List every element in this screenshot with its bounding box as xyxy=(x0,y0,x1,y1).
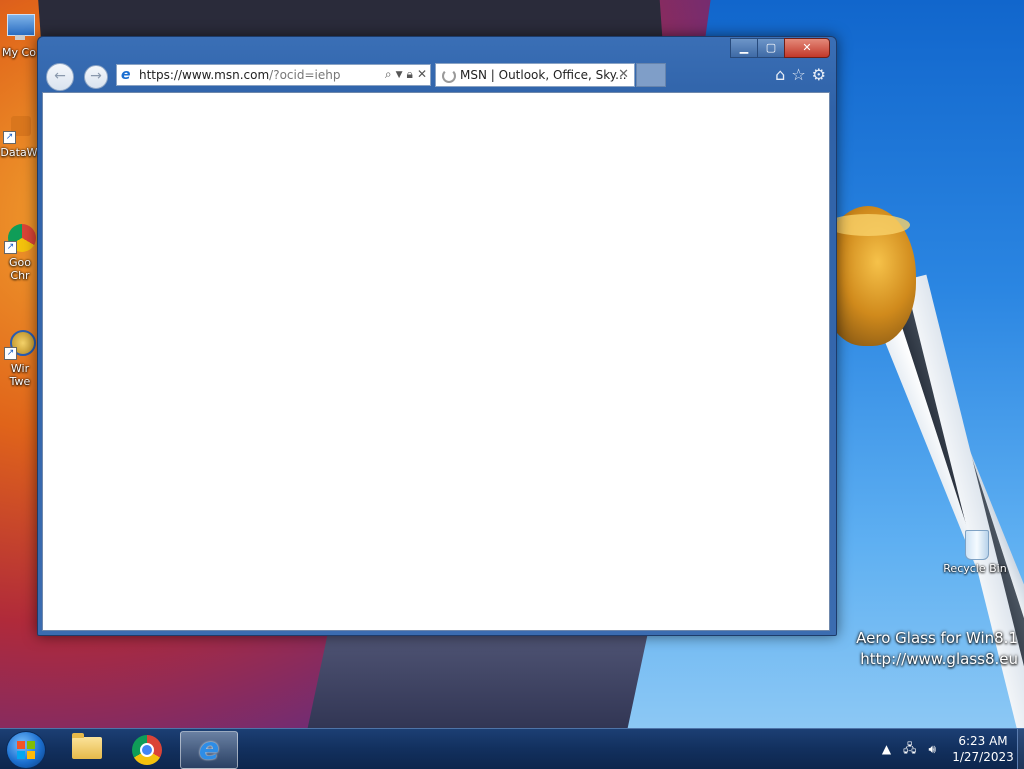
new-tab-button[interactable] xyxy=(636,63,666,87)
desktop-icon-label: Goo Chr xyxy=(9,256,31,282)
show-desktop-button[interactable] xyxy=(1017,729,1024,769)
address-bar[interactable]: e https://www.msn.com/?ocid=iehp ⌕ ▼ 🔒︎ … xyxy=(116,64,431,86)
windows-logo-icon xyxy=(17,741,35,759)
back-arrow-icon: ← xyxy=(54,68,66,84)
tab-title: MSN | Outlook, Office, Sky... xyxy=(460,68,627,82)
back-button[interactable]: ← xyxy=(46,63,74,91)
internet-explorer-icon: e xyxy=(198,732,220,767)
shortcut-arrow-icon: ↗ xyxy=(3,131,16,144)
internet-explorer-window[interactable]: ▁ ▢ ✕ ← → e https://www.msn.com/?ocid=ie… xyxy=(37,36,837,636)
navigation-bar: ← → e https://www.msn.com/?ocid=iehp ⌕ ▼… xyxy=(42,59,832,91)
search-icon[interactable]: ⌕ xyxy=(385,67,392,83)
taskbar-internet-explorer[interactable]: e xyxy=(180,731,238,769)
settings-gear-icon[interactable]: ⚙ xyxy=(812,65,826,84)
tweaker-icon: ↗ xyxy=(4,328,36,360)
address-tools: ⌕ ▼ 🔒︎ ✕ xyxy=(385,67,427,83)
computer-icon xyxy=(3,12,35,44)
taskbar-chrome[interactable] xyxy=(118,731,174,767)
favorites-star-icon[interactable]: ☆ xyxy=(791,65,805,84)
clock-date: 1/27/2023 xyxy=(952,750,1014,764)
taskbar: e ▲ 🖧︎ 🔊︎ 6:23 AM 1/27/2023 xyxy=(0,728,1024,769)
lock-icon[interactable]: 🔒︎ xyxy=(407,67,413,83)
taskbar-file-explorer[interactable] xyxy=(58,731,114,767)
dropdown-arrow-icon[interactable]: ▼ xyxy=(396,67,403,83)
app-shortcut-icon: ↗ xyxy=(3,112,35,144)
page-viewport[interactable] xyxy=(42,92,830,631)
volume-icon[interactable]: 🔊︎ xyxy=(928,742,936,757)
url-suffix: /?ocid=iehp xyxy=(269,68,341,82)
loading-spinner-icon xyxy=(442,69,456,83)
recycle-bin-icon xyxy=(959,528,991,560)
chrome-icon: ↗ xyxy=(4,222,36,254)
stop-icon[interactable]: ✕ xyxy=(417,67,427,83)
file-explorer-icon xyxy=(72,733,102,759)
address-url[interactable]: https://www.msn.com/?ocid=iehp xyxy=(139,68,340,82)
desktop-icon-label: Wir Twe xyxy=(9,362,31,388)
system-tray: ▲ 🖧︎ 🔊︎ 6:23 AM 1/27/2023 xyxy=(876,729,1014,769)
aero-glass-watermark: Aero Glass for Win8.1 http://www.glass8.… xyxy=(856,628,1018,670)
clock[interactable]: 6:23 AM 1/27/2023 xyxy=(952,733,1014,765)
start-button[interactable] xyxy=(6,731,46,769)
shortcut-arrow-icon: ↗ xyxy=(4,241,17,254)
network-icon[interactable]: 🖧︎ xyxy=(903,739,916,760)
clock-time: 6:23 AM xyxy=(958,734,1008,748)
show-hidden-icons-icon[interactable]: ▲ xyxy=(882,742,891,756)
url-prefix: https://www.msn.com xyxy=(139,68,270,82)
browser-toolbar: ⌂ ☆ ⚙ xyxy=(775,65,826,84)
close-tab-button[interactable]: ✕ xyxy=(618,67,629,82)
close-window-button[interactable]: ✕ xyxy=(784,38,830,58)
forward-arrow-icon: → xyxy=(90,68,102,84)
watermark-line2: http://www.glass8.eu xyxy=(860,650,1018,668)
tab-msn[interactable]: MSN | Outlook, Office, Sky... ✕ xyxy=(435,63,635,87)
shortcut-arrow-icon: ↗ xyxy=(4,347,17,360)
ie-page-icon: e xyxy=(121,67,131,83)
watermark-line1: Aero Glass for Win8.1 xyxy=(856,629,1018,647)
chrome-icon xyxy=(132,735,162,765)
home-icon[interactable]: ⌂ xyxy=(775,65,785,84)
window-caption-buttons: ▁ ▢ ✕ xyxy=(730,38,830,58)
desktop-icon-recycle-bin[interactable]: Recycle Bin xyxy=(940,528,1010,575)
recycle-bin-label: Recycle Bin xyxy=(943,562,1007,575)
minimize-button[interactable]: ▁ xyxy=(730,38,758,58)
forward-button[interactable]: → xyxy=(84,65,108,89)
maximize-button[interactable]: ▢ xyxy=(757,38,785,58)
